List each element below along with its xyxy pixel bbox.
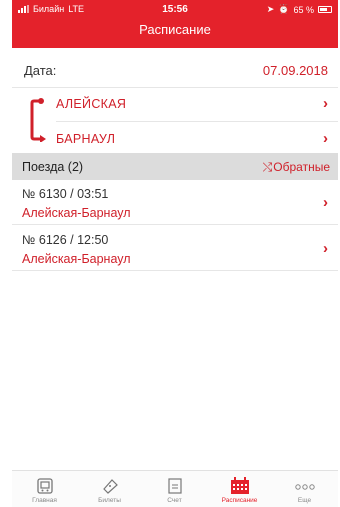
- date-row[interactable]: Дата: 07.09.2018: [12, 52, 338, 88]
- chevron-right-icon: ›: [323, 95, 328, 112]
- chevron-right-icon: ›: [323, 240, 328, 257]
- train-number-time: № 6130 / 03:51: [22, 187, 109, 201]
- train-row[interactable]: № 6130 / 03:51 Алейская-Барнаул ›: [12, 182, 338, 225]
- tab-bar: Главная Билеты Счет Расписание Еще: [12, 470, 338, 507]
- calendar-icon: [230, 477, 249, 494]
- route-to-row[interactable]: БАРНАУЛ ›: [56, 123, 338, 157]
- alarm-icon: ⏰: [278, 4, 290, 14]
- home-icon: [36, 478, 53, 494]
- header: Билайн LTE 15:56 ➤ ⏰ 65 % Расписание: [12, 0, 338, 48]
- tab-label: Главная: [32, 497, 57, 504]
- route-to-station: БАРНАУЛ: [56, 132, 116, 146]
- date-value[interactable]: 07.09.2018: [263, 63, 328, 78]
- chevron-right-icon: ›: [323, 130, 328, 147]
- route-from-row[interactable]: АЛЕЙСКАЯ ›: [56, 88, 338, 122]
- battery-percent: 65 %: [293, 4, 314, 15]
- route-from-station: АЛЕЙСКАЯ: [56, 97, 127, 111]
- reverse-button[interactable]: ⤭Обратные: [263, 160, 330, 175]
- app-screen: Билайн LTE 15:56 ➤ ⏰ 65 % Расписание Дат…: [12, 0, 338, 507]
- tab-schedule[interactable]: Расписание: [207, 471, 272, 507]
- battery-icon: [318, 6, 332, 13]
- location-icon: ➤: [266, 4, 275, 14]
- tab-tickets[interactable]: Билеты: [77, 471, 142, 507]
- chevron-right-icon: ›: [323, 194, 328, 211]
- train-row[interactable]: № 6126 / 12:50 Алейская-Барнаул ›: [12, 228, 338, 271]
- tab-label: Еще: [297, 497, 312, 504]
- ticket-icon: [102, 479, 118, 494]
- train-number-time: № 6126 / 12:50: [22, 233, 109, 247]
- receipt-icon: [167, 478, 182, 494]
- tab-home[interactable]: Главная: [12, 471, 77, 507]
- train-direction: Алейская-Барнаул: [22, 206, 131, 220]
- page-title: Расписание: [139, 22, 211, 37]
- trains-count-label: Поезда (2): [22, 160, 84, 174]
- tab-account[interactable]: Счет: [142, 471, 207, 507]
- tab-more[interactable]: Еще: [272, 471, 337, 507]
- tab-label: Билеты: [98, 497, 121, 504]
- reverse-label: Обратные: [273, 160, 330, 174]
- trains-section-header: Поезда (2) ⤭Обратные: [12, 153, 338, 180]
- swap-icon: ⤭: [262, 160, 273, 174]
- train-direction: Алейская-Барнаул: [22, 252, 131, 266]
- tab-label: Счет: [167, 497, 182, 504]
- status-bar: Билайн LTE 15:56 ➤ ⏰ 65 %: [12, 0, 338, 18]
- status-right: ➤ ⏰ 65 %: [267, 4, 332, 15]
- more-icon: [294, 484, 315, 490]
- date-label: Дата:: [24, 63, 57, 78]
- route-connector-icon: [30, 98, 46, 142]
- tab-label: Расписание: [221, 497, 258, 504]
